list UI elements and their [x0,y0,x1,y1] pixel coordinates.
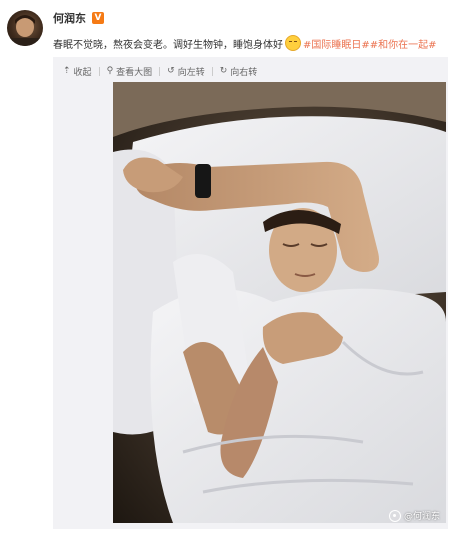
rotate-left-button[interactable]: ↺ 向左转 [167,65,205,79]
verified-badge-icon: V [92,12,104,24]
weibo-watermark-icon [389,509,401,522]
magnifier-icon: ⚲ [106,66,114,76]
rotate-right-label: 向右转 [230,68,258,78]
collapse-label: 收起 [73,68,92,78]
sleepy-face-emoji-icon [285,35,301,51]
post-body-text: 春眠不觉晓，熬夜会变老。调好生物钟，睡饱身体好 [53,40,283,51]
sleeping-man-photo-illustration [113,82,446,523]
toolbar-divider [211,67,213,76]
rotate-right-button[interactable]: ↻ 向右转 [219,65,258,79]
hashtag-sleep-day-link[interactable]: #国际睡眠日# [303,40,370,51]
media-toolbar: ⇡ 收起 ⚲ 查看大图 ↺ 向左转 ↻ 向右转 [63,65,258,79]
rotate-left-label: 向左转 [177,68,205,78]
toolbar-divider [98,67,100,76]
collapse-button[interactable]: ⇡ 收起 [63,65,92,79]
view-large-label: 查看大图 [116,68,153,78]
rotate-left-icon: ↺ [167,66,175,76]
arrow-up-icon: ⇡ [63,66,71,76]
photo-watermark: @何润东 [389,509,440,522]
username-link[interactable]: 何润东 [53,10,86,26]
watermark-text: @何润东 [404,512,441,522]
view-large-button[interactable]: ⚲ 查看大图 [106,65,153,79]
rotate-right-icon: ↻ [219,66,228,76]
media-expanded-panel: ⇡ 收起 ⚲ 查看大图 ↺ 向左转 ↻ 向右转 @何润东 [53,57,448,529]
toolbar-divider [159,67,161,76]
username-row: 何润东 V [53,10,104,26]
post-text: 春眠不觉晓，熬夜会变老。调好生物钟，睡饱身体好 #国际睡眠日##和你在一起# [53,35,453,53]
hashtag-together-link[interactable]: #和你在一起# [370,40,437,51]
avatar[interactable] [7,10,43,46]
post-photo[interactable] [113,82,446,523]
